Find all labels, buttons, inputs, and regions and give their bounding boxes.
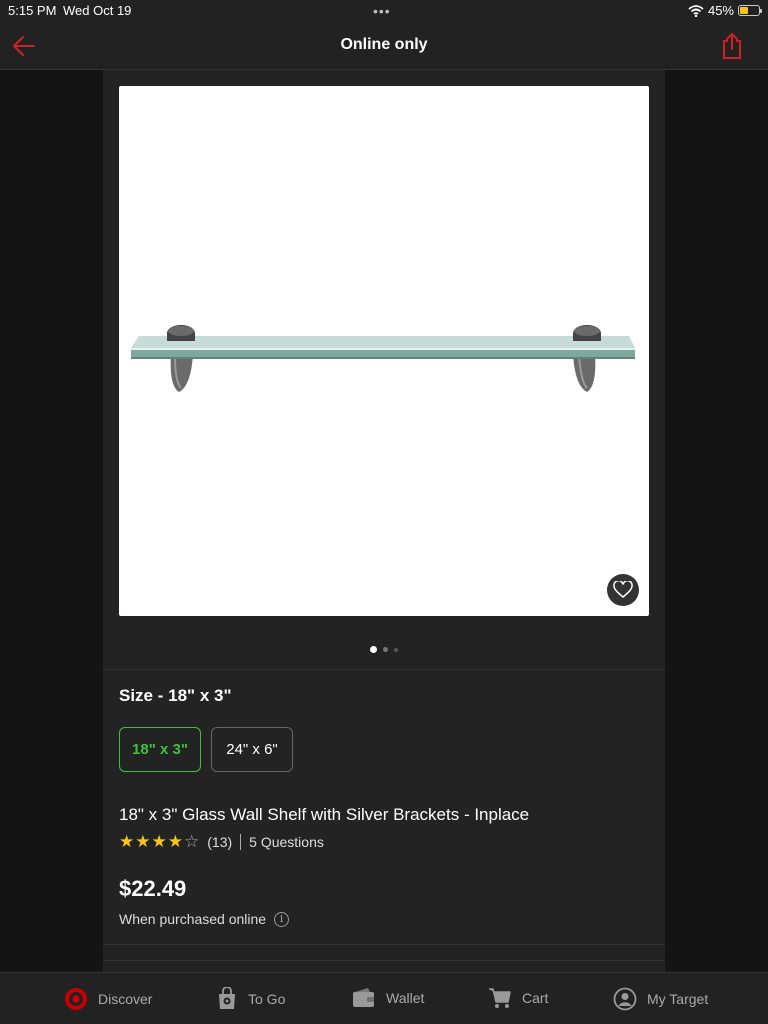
product-detail: Size - 18" x 3" 18" x 3" 24" x 6" 18" x … bbox=[103, 70, 665, 972]
battery-icon bbox=[738, 5, 762, 16]
pager-dot-active[interactable] bbox=[370, 646, 377, 653]
heart-icon bbox=[613, 581, 633, 598]
review-count[interactable]: (13) bbox=[207, 834, 232, 850]
size-label: Size - 18" x 3" bbox=[119, 686, 232, 705]
divider bbox=[103, 960, 665, 961]
star-filled-icon: ★ bbox=[119, 832, 135, 851]
divider bbox=[103, 669, 665, 670]
wifi-icon bbox=[688, 4, 704, 17]
status-time: 5:15 PM bbox=[8, 3, 57, 18]
tab-label: To Go bbox=[248, 991, 286, 1007]
star-filled-icon: ★ bbox=[151, 832, 167, 851]
star-empty-icon: ☆ bbox=[184, 832, 200, 851]
rating-row: ★ ★ ★ ★ ☆ (13) 5 Questions bbox=[119, 833, 324, 851]
favorite-button[interactable] bbox=[607, 574, 639, 606]
nav-bar: Online only bbox=[0, 22, 768, 70]
wallet-icon bbox=[353, 988, 374, 1007]
questions-link[interactable]: 5 Questions bbox=[249, 834, 324, 850]
tab-label: Cart bbox=[522, 990, 549, 1006]
tab-label: Wallet bbox=[386, 990, 425, 1006]
divider bbox=[103, 944, 665, 945]
size-option-18x3[interactable]: 18" x 3" bbox=[119, 727, 201, 772]
shopping-bag-icon bbox=[219, 987, 235, 1009]
tab-label: My Target bbox=[647, 991, 709, 1007]
battery-percent: 45% bbox=[707, 3, 734, 18]
separator bbox=[240, 834, 242, 850]
pager-dot[interactable] bbox=[383, 647, 388, 652]
info-icon[interactable]: i bbox=[274, 911, 290, 927]
cart-icon bbox=[489, 988, 511, 1008]
size-option-24x6[interactable]: 24" x 6" bbox=[211, 727, 293, 772]
tab-label: Discover bbox=[98, 991, 153, 1007]
star-filled-icon: ★ bbox=[135, 832, 151, 851]
tab-discover[interactable]: Discover bbox=[64, 987, 152, 1011]
user-circle-icon bbox=[613, 987, 637, 1011]
price: $22.49 bbox=[119, 876, 187, 901]
star-rating[interactable]: ★ ★ ★ ★ ☆ bbox=[119, 833, 199, 851]
share-icon[interactable] bbox=[720, 32, 744, 60]
tab-to-go[interactable]: To Go bbox=[216, 987, 285, 1011]
tab-bar: Discover To Go Wallet Cart My Target bbox=[0, 972, 768, 1024]
tab-my-target[interactable]: My Target bbox=[613, 987, 708, 1011]
page-title: Online only bbox=[340, 36, 428, 53]
pager-dot[interactable] bbox=[394, 647, 398, 652]
status-indicators: 45% bbox=[688, 3, 762, 18]
multitasking-dots-icon[interactable]: ••• bbox=[373, 4, 391, 18]
product-image bbox=[131, 325, 635, 392]
tab-cart[interactable]: Cart bbox=[488, 987, 548, 1009]
star-filled-icon: ★ bbox=[167, 832, 183, 851]
product-image-card[interactable] bbox=[119, 86, 649, 616]
target-logo-icon bbox=[65, 988, 87, 1010]
image-pager[interactable] bbox=[103, 646, 665, 653]
status-date: Wed Oct 19 bbox=[63, 3, 132, 18]
tab-wallet[interactable]: Wallet bbox=[352, 987, 424, 1009]
price-note-text: When purchased online bbox=[119, 911, 267, 927]
price-note: When purchased online i bbox=[119, 911, 290, 927]
product-title: 18" x 3" Glass Wall Shelf with Silver Br… bbox=[119, 805, 530, 824]
status-bar: 5:15 PM Wed Oct 19 ••• 45% bbox=[0, 0, 768, 22]
